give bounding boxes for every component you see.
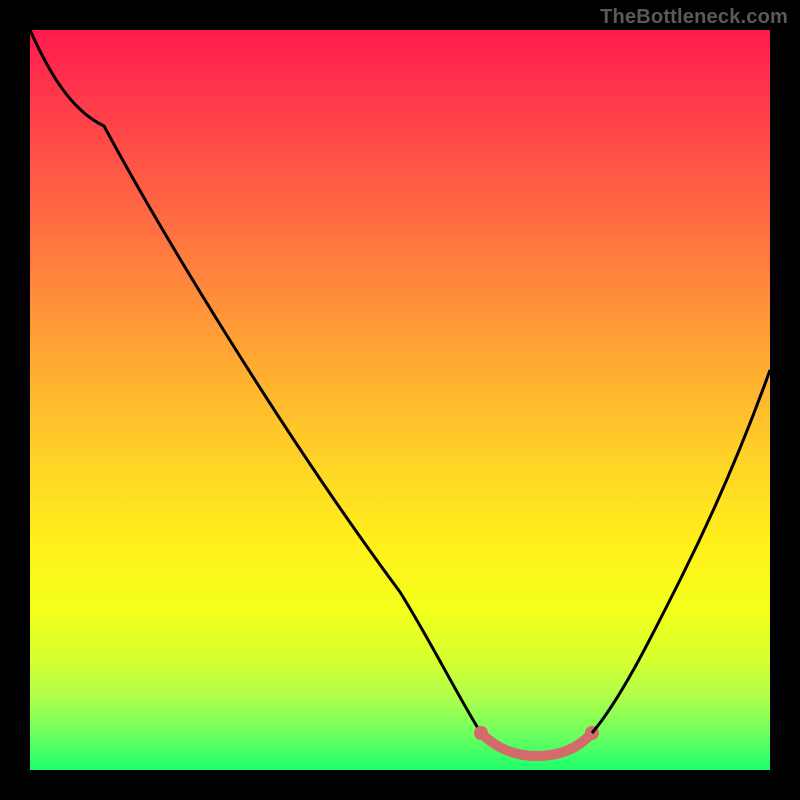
- chart-frame: TheBottleneck.com: [0, 0, 800, 800]
- curve-flat-basin: [481, 733, 592, 756]
- basin-dot-left: [474, 726, 488, 740]
- curve-left-branch: [30, 30, 481, 733]
- curve-right-branch: [592, 370, 770, 733]
- curve-layer: [30, 30, 770, 770]
- watermark-text: TheBottleneck.com: [600, 6, 788, 29]
- plot-area: [30, 30, 770, 770]
